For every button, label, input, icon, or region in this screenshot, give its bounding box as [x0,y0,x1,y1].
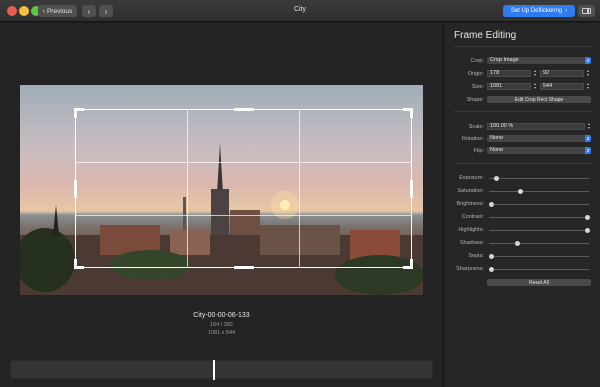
origin-x-field[interactable]: 178 [487,70,531,77]
size-height-field[interactable]: 544 [540,83,584,90]
flip-select[interactable]: None ⇵ [487,147,591,154]
previous-button[interactable]: ‹ Previous [38,5,77,17]
adjustment-label: Saturation: [457,188,484,194]
chevron-right-icon: › [104,6,108,16]
frame-index: 164 / 382 [210,322,233,328]
flip-select-value: None [490,147,504,153]
divider [454,46,592,47]
origin-label: Origin: [467,71,484,77]
adjustment-slider[interactable] [489,267,589,272]
crop-handle-bottom[interactable] [234,266,254,269]
crop-select[interactable]: Crop Image ⇵ [487,57,591,64]
size-label: Size: [471,84,484,90]
crop-handle-top-right[interactable] [410,108,413,118]
set-up-deflickering-button[interactable]: Set Up Deflickering › [503,5,575,17]
adjustment-label: Contrast: [461,214,484,220]
crop-rectangle[interactable] [74,108,413,269]
slider-knob[interactable] [489,267,494,272]
chevron-left-icon: ‹ [42,7,45,15]
sidebar-toggle-button[interactable] [578,5,595,17]
crop-handle-bottom-left[interactable] [74,259,77,269]
adjustment-slider[interactable] [489,176,589,181]
adjustment-slider[interactable] [489,189,589,194]
adjustment-slider[interactable] [489,215,590,220]
origin-y-stepper[interactable]: ▲ ▼ [586,69,590,77]
crop-label: Crop: [470,58,484,64]
crop-handle-left[interactable] [74,180,77,198]
panel-title: Frame Editing [454,30,517,41]
origin-x-stepper[interactable]: ▲ ▼ [533,69,537,77]
chevron-updown-icon: ⇵ [585,57,591,64]
divider [454,111,592,112]
image-viewer: City-00-00-06-133 164 / 382 1081 x 544 [0,23,443,387]
size-width-stepper[interactable]: ▲ ▼ [533,82,537,90]
sidebar-icon [582,8,591,14]
rotation-select-value: None [490,135,504,141]
slider-knob[interactable] [489,202,494,207]
adjustment-label: Brightness: [456,201,484,207]
adjustment-label: Exposure: [459,175,484,181]
close-window-button[interactable] [7,6,17,16]
shape-label: Shape: [466,97,484,103]
deflicker-label: Set Up Deflickering [510,8,563,14]
crop-select-value: Crop Image [490,57,519,63]
adjustment-slider[interactable] [489,241,589,246]
frame-name: City-00-00-06-133 [193,312,250,319]
crop-grid-line [76,162,411,163]
rotation-label: Rotation: [461,136,484,142]
crop-handle-right[interactable] [410,180,413,198]
origin-y-field[interactable]: 92 [540,70,584,77]
size-width-field[interactable]: 1081 [487,83,531,90]
edit-crop-rect-shape-button[interactable]: Edit Crop Rect Shape [487,96,591,103]
flip-label: Flip: [473,148,484,154]
divider [454,163,592,164]
chevron-left-icon: ‹ [87,6,91,16]
chevron-right-icon: › [565,8,568,14]
crop-grid-line [76,215,411,216]
timeline-scrubber[interactable] [10,360,433,380]
rotation-select[interactable]: None ⇵ [487,135,591,142]
adjustment-slider[interactable] [489,254,589,259]
crop-grid-line [299,110,300,267]
adjustment-slider[interactable] [489,228,590,233]
chevron-updown-icon: ⇵ [585,147,591,154]
slider-knob[interactable] [585,215,590,220]
adjustment-label: Sepia: [468,253,484,259]
crop-handle-top-left[interactable] [74,108,77,118]
adjustment-label: Highlights: [458,227,484,233]
reset-all-button[interactable]: Reset All [487,279,591,286]
back-button[interactable]: ‹ [82,5,96,17]
crop-handle-bottom-right[interactable] [410,259,413,269]
adjustment-label: Shadows: [459,240,484,246]
size-height-stepper[interactable]: ▲ ▼ [586,82,590,90]
adjustment-label: Sharpness: [456,266,484,272]
adjustment-slider[interactable] [489,202,589,207]
crop-grid-line [187,110,188,267]
frame-image [20,85,423,295]
slider-knob[interactable] [489,254,494,259]
scale-field[interactable]: 100.00 % [487,123,585,130]
frame-editing-panel: Frame Editing Crop: Crop Image ⇵ Origin:… [443,23,600,387]
crop-handle-top[interactable] [234,108,254,111]
scale-stepper[interactable]: ▲ ▼ [587,122,591,130]
minimize-window-button[interactable] [19,6,29,16]
title-bar: ‹ Previous ‹ › City Set Up Deflickering … [0,0,600,22]
forward-button[interactable]: › [99,5,113,17]
scale-label: Scale: [468,124,484,130]
slider-knob[interactable] [515,241,520,246]
previous-label: Previous [46,7,73,15]
chevron-updown-icon: ⇵ [585,135,591,142]
frame-dimensions: 1081 x 544 [207,330,236,336]
slider-knob[interactable] [518,189,523,194]
slider-knob[interactable] [585,228,590,233]
playhead[interactable] [213,360,215,380]
slider-knob[interactable] [494,176,499,181]
